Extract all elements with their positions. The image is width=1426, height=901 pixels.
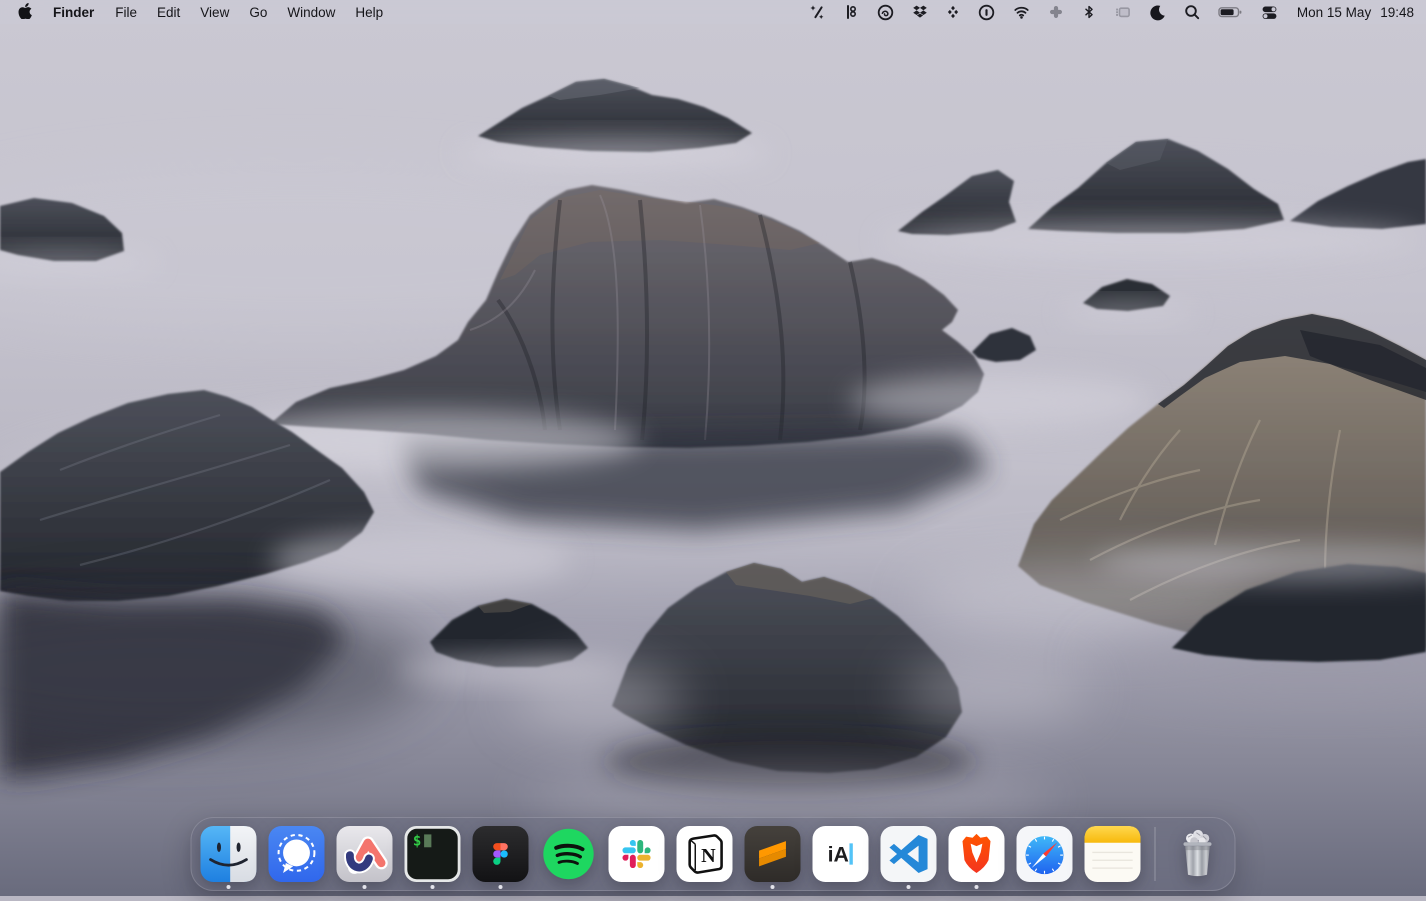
one-password-icon[interactable] <box>969 0 1004 24</box>
running-indicator <box>975 885 979 889</box>
dock-item-notes[interactable] <box>1085 826 1141 882</box>
sublime-text-icon <box>745 826 801 882</box>
running-indicator <box>907 885 911 889</box>
menu-help[interactable]: Help <box>345 0 393 24</box>
dock-item-notion[interactable]: N <box>677 826 733 882</box>
signal-icon <box>269 826 325 882</box>
dock-item-spotify[interactable] <box>541 826 597 882</box>
magic-wand-icon[interactable] <box>800 0 834 24</box>
svg-text:N: N <box>701 845 716 867</box>
notion-icon: N <box>677 826 733 882</box>
dock-item-slack[interactable] <box>609 826 665 882</box>
menu-edit[interactable]: Edit <box>147 0 190 24</box>
health-plus-icon[interactable] <box>1039 0 1073 24</box>
running-indicator <box>431 885 435 889</box>
apple-logo-icon <box>18 3 32 22</box>
notes-icon <box>1085 826 1141 882</box>
ia-writer-icon: iA <box>813 826 869 882</box>
dock: $ <box>191 817 1236 891</box>
terminal-icon: $ <box>405 826 461 882</box>
running-indicator <box>227 885 231 889</box>
menu-go[interactable]: Go <box>239 0 277 24</box>
dock-item-arc[interactable] <box>337 826 393 882</box>
arc-icon <box>337 826 393 882</box>
running-indicator <box>771 885 775 889</box>
running-indicator <box>499 885 503 889</box>
apple-menu[interactable] <box>0 0 42 24</box>
slack-icon <box>609 826 665 882</box>
wifi-icon[interactable] <box>1004 0 1039 24</box>
bluetooth-icon[interactable] <box>1073 0 1105 24</box>
stem-keys-icon[interactable] <box>834 0 868 24</box>
dock-item-finder[interactable] <box>201 826 257 882</box>
dock-item-vscode[interactable] <box>881 826 937 882</box>
dock-item-signal[interactable] <box>269 826 325 882</box>
spotlight-search-icon[interactable] <box>1175 0 1209 24</box>
dropbox-icon[interactable] <box>903 0 937 24</box>
running-indicator <box>363 885 367 889</box>
dock-separator <box>1155 827 1156 881</box>
menu-bar: Finder File Edit View Go Window Help <box>0 0 1426 24</box>
safari-icon <box>1017 826 1073 882</box>
dock-item-figma[interactable] <box>473 826 529 882</box>
dock-item-safari[interactable] <box>1017 826 1073 882</box>
spotify-icon <box>541 826 597 882</box>
dock-item-brave[interactable] <box>949 826 1005 882</box>
menu-window[interactable]: Window <box>277 0 345 24</box>
sidebar-display-icon[interactable] <box>1105 0 1140 24</box>
svg-text:$: $ <box>413 834 421 850</box>
clock-date: Mon 15 May <box>1297 5 1371 20</box>
menu-view[interactable]: View <box>190 0 239 24</box>
creative-cloud-icon[interactable] <box>868 0 903 24</box>
figma-icon <box>473 826 529 882</box>
brave-icon <box>949 826 1005 882</box>
control-center-icon[interactable] <box>1252 0 1287 24</box>
diamond-cluster-icon[interactable] <box>937 0 969 24</box>
clock-time: 19:48 <box>1380 5 1414 20</box>
battery-icon[interactable] <box>1209 0 1252 24</box>
svg-text:iA: iA <box>828 842 849 866</box>
menu-app-name[interactable]: Finder <box>42 0 105 24</box>
trash-full-icon <box>1170 826 1226 882</box>
dock-item-ia-writer[interactable]: iA <box>813 826 869 882</box>
focus-moon-icon[interactable] <box>1140 0 1175 24</box>
vscode-icon <box>881 826 937 882</box>
dock-item-terminal[interactable]: $ <box>405 826 461 882</box>
finder-icon <box>201 826 257 882</box>
menu-file[interactable]: File <box>105 0 147 24</box>
menu-clock[interactable]: Mon 15 May 19:48 <box>1287 5 1414 20</box>
dock-item-sublime[interactable] <box>745 826 801 882</box>
desktop-wallpaper <box>0 0 1426 896</box>
dock-item-trash[interactable] <box>1170 826 1226 882</box>
